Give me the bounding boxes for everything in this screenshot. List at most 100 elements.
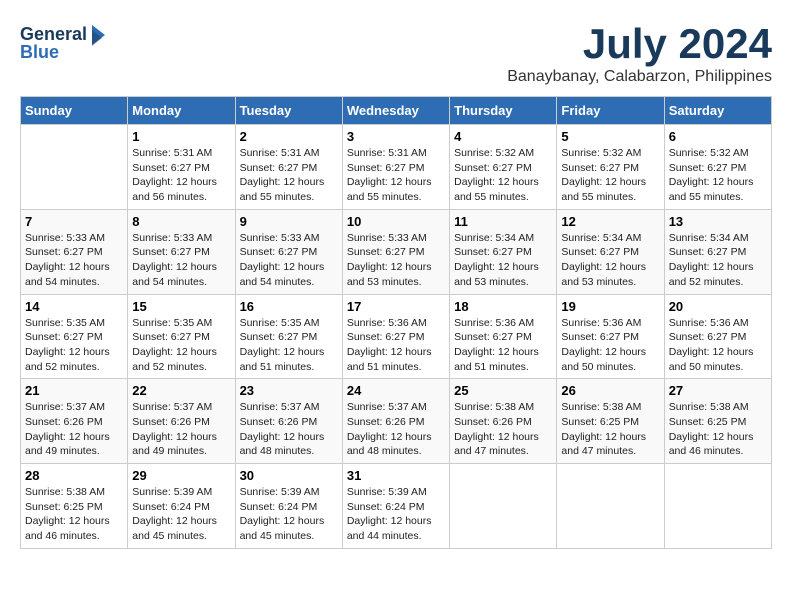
day-content: Sunrise: 5:37 AM Sunset: 6:26 PM Dayligh… <box>347 400 445 459</box>
day-content: Sunrise: 5:33 AM Sunset: 6:27 PM Dayligh… <box>132 231 230 290</box>
day-number: 18 <box>454 299 552 314</box>
day-content: Sunrise: 5:39 AM Sunset: 6:24 PM Dayligh… <box>240 485 338 544</box>
calendar-cell: 18 Sunrise: 5:36 AM Sunset: 6:27 PM Dayli… <box>450 294 557 379</box>
day-number: 2 <box>240 129 338 144</box>
calendar-week-4: 21 Sunrise: 5:37 AM Sunset: 6:26 PM Dayli… <box>21 379 772 464</box>
day-content: Sunrise: 5:35 AM Sunset: 6:27 PM Dayligh… <box>240 316 338 375</box>
day-number: 26 <box>561 383 659 398</box>
day-number: 6 <box>669 129 767 144</box>
day-number: 22 <box>132 383 230 398</box>
day-content: Sunrise: 5:36 AM Sunset: 6:27 PM Dayligh… <box>561 316 659 375</box>
calendar-cell: 22Sunrise: 5:37 AM Sunset: 6:26 PM Dayli… <box>128 379 235 464</box>
calendar-week-3: 14 Sunrise: 5:35 AM Sunset: 6:27 PM Dayli… <box>21 294 772 379</box>
day-header-sunday: Sunday <box>21 97 128 125</box>
calendar-cell: 28 Sunrise: 5:38 AM Sunset: 6:25 PM Dayli… <box>21 464 128 549</box>
day-content: Sunrise: 5:31 AM Sunset: 6:27 PM Dayligh… <box>132 146 230 205</box>
calendar-cell: 3 Sunrise: 5:31 AM Sunset: 6:27 PM Daylig… <box>342 125 449 210</box>
day-number: 24 <box>347 383 445 398</box>
calendar-cell: 30 Sunrise: 5:39 AM Sunset: 6:24 PM Dayli… <box>235 464 342 549</box>
calendar-cell: 1 Sunrise: 5:31 AM Sunset: 6:27 PM Daylig… <box>128 125 235 210</box>
calendar-cell: 5Sunrise: 5:32 AM Sunset: 6:27 PM Daylig… <box>557 125 664 210</box>
calendar-cell: 16 Sunrise: 5:35 AM Sunset: 6:27 PM Dayli… <box>235 294 342 379</box>
day-number: 8 <box>132 214 230 229</box>
svg-text:General: General <box>20 24 87 44</box>
day-content: Sunrise: 5:37 AM Sunset: 6:26 PM Dayligh… <box>25 400 123 459</box>
day-content: Sunrise: 5:35 AM Sunset: 6:27 PM Dayligh… <box>25 316 123 375</box>
day-number: 28 <box>25 468 123 483</box>
calendar-cell: 31 Sunrise: 5:39 AM Sunset: 6:24 PM Dayli… <box>342 464 449 549</box>
day-number: 23 <box>240 383 338 398</box>
day-number: 25 <box>454 383 552 398</box>
day-header-tuesday: Tuesday <box>235 97 342 125</box>
day-number: 29 <box>132 468 230 483</box>
calendar-week-1: 1 Sunrise: 5:31 AM Sunset: 6:27 PM Daylig… <box>21 125 772 210</box>
day-content: Sunrise: 5:33 AM Sunset: 6:27 PM Dayligh… <box>347 231 445 290</box>
day-number: 1 <box>132 129 230 144</box>
logo: General Blue <box>20 20 110 75</box>
day-number: 21 <box>25 383 123 398</box>
day-number: 20 <box>669 299 767 314</box>
day-content: Sunrise: 5:32 AM Sunset: 6:27 PM Dayligh… <box>669 146 767 205</box>
day-number: 10 <box>347 214 445 229</box>
day-content: Sunrise: 5:33 AM Sunset: 6:27 PM Dayligh… <box>240 231 338 290</box>
day-content: Sunrise: 5:38 AM Sunset: 6:26 PM Dayligh… <box>454 400 552 459</box>
day-content: Sunrise: 5:32 AM Sunset: 6:27 PM Dayligh… <box>454 146 552 205</box>
day-number: 31 <box>347 468 445 483</box>
calendar-cell: 17Sunrise: 5:36 AM Sunset: 6:27 PM Dayli… <box>342 294 449 379</box>
day-header-saturday: Saturday <box>664 97 771 125</box>
calendar-cell: 2Sunrise: 5:31 AM Sunset: 6:27 PM Daylig… <box>235 125 342 210</box>
day-content: Sunrise: 5:39 AM Sunset: 6:24 PM Dayligh… <box>347 485 445 544</box>
day-number: 5 <box>561 129 659 144</box>
day-header-monday: Monday <box>128 97 235 125</box>
svg-text:Blue: Blue <box>20 42 59 62</box>
calendar-cell: 26 Sunrise: 5:38 AM Sunset: 6:25 PM Dayli… <box>557 379 664 464</box>
calendar-cell: 6 Sunrise: 5:32 AM Sunset: 6:27 PM Daylig… <box>664 125 771 210</box>
day-content: Sunrise: 5:38 AM Sunset: 6:25 PM Dayligh… <box>561 400 659 459</box>
day-content: Sunrise: 5:36 AM Sunset: 6:27 PM Dayligh… <box>669 316 767 375</box>
day-number: 30 <box>240 468 338 483</box>
day-number: 19 <box>561 299 659 314</box>
calendar-cell: 21 Sunrise: 5:37 AM Sunset: 6:26 PM Dayli… <box>21 379 128 464</box>
day-content: Sunrise: 5:36 AM Sunset: 6:27 PM Dayligh… <box>347 316 445 375</box>
calendar-cell: 9 Sunrise: 5:33 AM Sunset: 6:27 PM Daylig… <box>235 209 342 294</box>
calendar-cell: 4Sunrise: 5:32 AM Sunset: 6:27 PM Daylig… <box>450 125 557 210</box>
calendar-cell: 14 Sunrise: 5:35 AM Sunset: 6:27 PM Dayli… <box>21 294 128 379</box>
calendar-cell: 10 Sunrise: 5:33 AM Sunset: 6:27 PM Dayli… <box>342 209 449 294</box>
calendar-cell: 12 Sunrise: 5:34 AM Sunset: 6:27 PM Dayli… <box>557 209 664 294</box>
calendar-cell: 13 Sunrise: 5:34 AM Sunset: 6:27 PM Dayli… <box>664 209 771 294</box>
day-content: Sunrise: 5:39 AM Sunset: 6:24 PM Dayligh… <box>132 485 230 544</box>
day-content: Sunrise: 5:31 AM Sunset: 6:27 PM Dayligh… <box>347 146 445 205</box>
calendar-week-2: 7Sunrise: 5:33 AM Sunset: 6:27 PM Daylig… <box>21 209 772 294</box>
day-content: Sunrise: 5:37 AM Sunset: 6:26 PM Dayligh… <box>240 400 338 459</box>
day-number: 12 <box>561 214 659 229</box>
main-title: July 2024 <box>507 20 772 68</box>
calendar-cell <box>21 125 128 210</box>
calendar-cell: 15Sunrise: 5:35 AM Sunset: 6:27 PM Dayli… <box>128 294 235 379</box>
calendar-cell: 19 Sunrise: 5:36 AM Sunset: 6:27 PM Dayli… <box>557 294 664 379</box>
logo-icon: General Blue <box>20 20 110 70</box>
day-number: 14 <box>25 299 123 314</box>
day-content: Sunrise: 5:34 AM Sunset: 6:27 PM Dayligh… <box>454 231 552 290</box>
day-content: Sunrise: 5:38 AM Sunset: 6:25 PM Dayligh… <box>25 485 123 544</box>
day-number: 16 <box>240 299 338 314</box>
day-header-friday: Friday <box>557 97 664 125</box>
calendar-cell <box>664 464 771 549</box>
day-number: 3 <box>347 129 445 144</box>
day-content: Sunrise: 5:34 AM Sunset: 6:27 PM Dayligh… <box>669 231 767 290</box>
day-number: 15 <box>132 299 230 314</box>
calendar-cell: 29 Sunrise: 5:39 AM Sunset: 6:24 PM Dayli… <box>128 464 235 549</box>
calendar-cell: 7Sunrise: 5:33 AM Sunset: 6:27 PM Daylig… <box>21 209 128 294</box>
calendar-table: SundayMondayTuesdayWednesdayThursdayFrid… <box>20 96 772 549</box>
day-content: Sunrise: 5:36 AM Sunset: 6:27 PM Dayligh… <box>454 316 552 375</box>
subtitle: Banaybanay, Calabarzon, Philippines <box>507 68 772 86</box>
calendar-week-5: 28 Sunrise: 5:38 AM Sunset: 6:25 PM Dayli… <box>21 464 772 549</box>
day-content: Sunrise: 5:34 AM Sunset: 6:27 PM Dayligh… <box>561 231 659 290</box>
header-section: General Blue July 2024 Banaybanay, Calab… <box>20 20 772 86</box>
day-number: 13 <box>669 214 767 229</box>
calendar-cell <box>450 464 557 549</box>
calendar-cell: 27Sunrise: 5:38 AM Sunset: 6:25 PM Dayli… <box>664 379 771 464</box>
calendar-cell: 20 Sunrise: 5:36 AM Sunset: 6:27 PM Dayli… <box>664 294 771 379</box>
day-content: Sunrise: 5:33 AM Sunset: 6:27 PM Dayligh… <box>25 231 123 290</box>
day-number: 9 <box>240 214 338 229</box>
day-content: Sunrise: 5:38 AM Sunset: 6:25 PM Dayligh… <box>669 400 767 459</box>
